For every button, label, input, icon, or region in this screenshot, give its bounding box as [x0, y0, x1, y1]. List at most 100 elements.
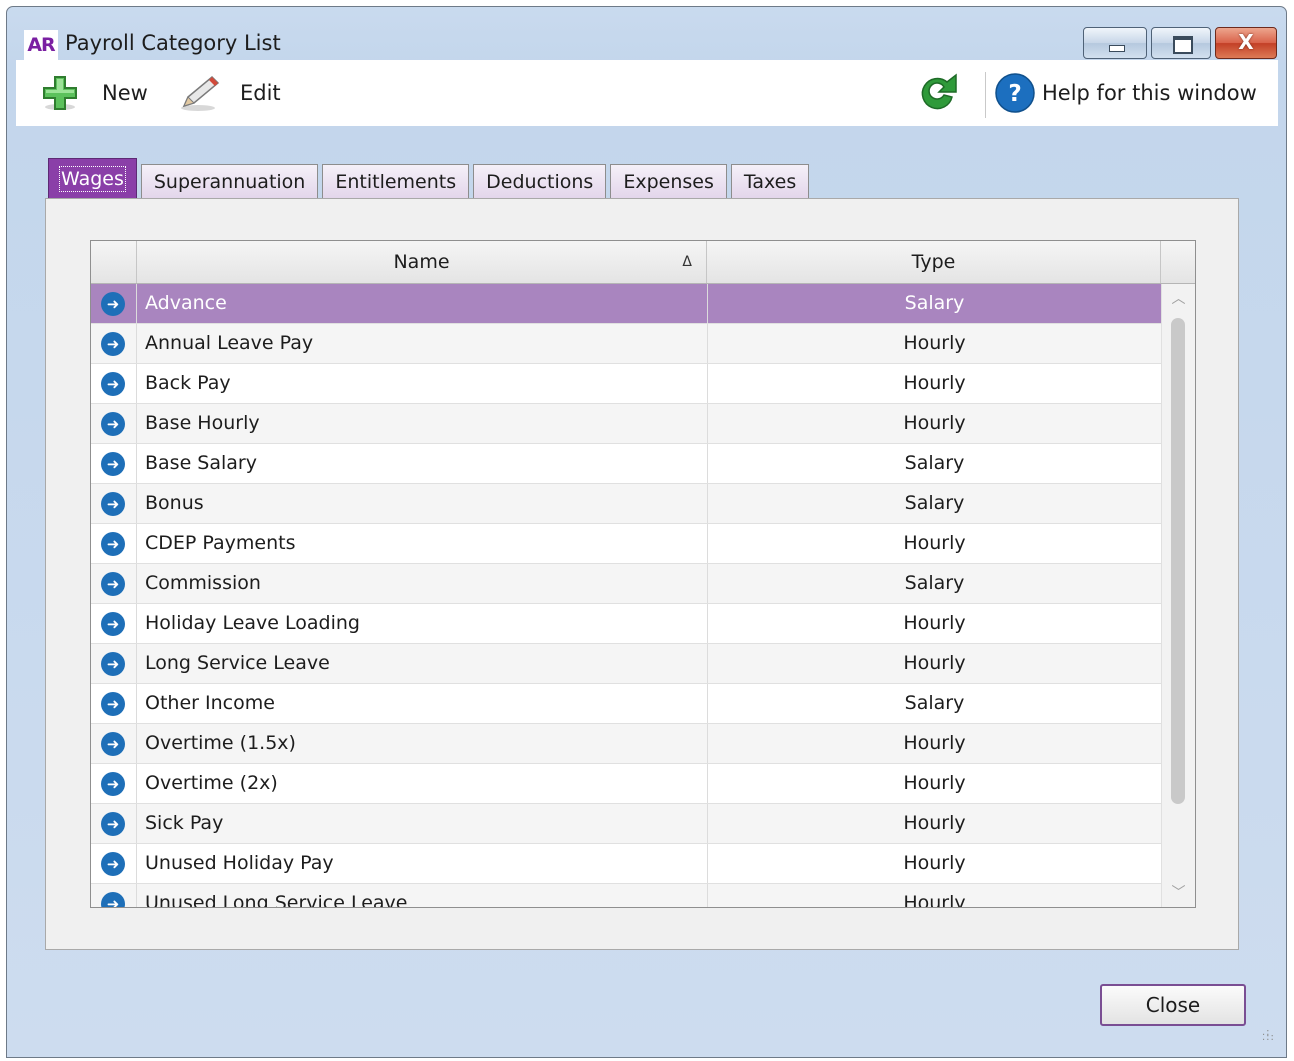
- column-header-type[interactable]: Type: [707, 241, 1161, 283]
- row-name: Annual Leave Pay: [145, 332, 314, 354]
- tab-entitlements[interactable]: Entitlements: [322, 164, 470, 198]
- row-icon-cell[interactable]: ➜: [91, 604, 137, 643]
- column-header-name[interactable]: Name Δ: [137, 241, 707, 283]
- table-row[interactable]: ➜ Holiday Leave Loading Hourly: [91, 604, 1161, 644]
- window-close-button[interactable]: X: [1215, 27, 1277, 59]
- vertical-scrollbar[interactable]: ︿ ﹀: [1161, 284, 1195, 907]
- row-icon-cell[interactable]: ➜: [91, 764, 137, 803]
- row-name: Base Hourly: [145, 412, 260, 434]
- row-type: Hourly: [707, 884, 1161, 907]
- minimize-icon: [1109, 45, 1125, 52]
- table-row[interactable]: ➜ Sick Pay Hourly: [91, 804, 1161, 844]
- row-icon-cell[interactable]: ➜: [91, 724, 137, 763]
- maximize-button[interactable]: [1151, 27, 1211, 59]
- help-label: Help for this window: [1042, 81, 1257, 105]
- tab-superannuation[interactable]: Superannuation: [140, 164, 319, 198]
- new-button[interactable]: New: [40, 60, 148, 126]
- row-icon-cell[interactable]: ➜: [91, 564, 137, 603]
- row-icon-cell[interactable]: ➜: [91, 684, 137, 723]
- tab-taxes[interactable]: Taxes: [730, 164, 810, 198]
- tab-deductions[interactable]: Deductions: [473, 164, 607, 198]
- title-bar[interactable]: AR Payroll Category List X: [7, 7, 1286, 67]
- table-row[interactable]: ➜ Annual Leave Pay Hourly: [91, 324, 1161, 364]
- table-row[interactable]: ➜ CDEP Payments Hourly: [91, 524, 1161, 564]
- table-row[interactable]: ➜ Overtime (1.5x) Hourly: [91, 724, 1161, 764]
- refresh-icon: [921, 73, 957, 110]
- row-icon-cell[interactable]: ➜: [91, 284, 137, 323]
- plus-icon: [43, 76, 77, 110]
- table-row[interactable]: ➜ Bonus Salary: [91, 484, 1161, 524]
- table-row[interactable]: ➜ Unused Holiday Pay Hourly: [91, 844, 1161, 884]
- sort-ascending-icon: Δ: [682, 254, 692, 270]
- row-icon-cell[interactable]: ➜: [91, 404, 137, 443]
- resize-grip-icon[interactable]: .:.::: [1262, 1028, 1278, 1046]
- row-detail-arrow-icon[interactable]: ➜: [101, 652, 125, 676]
- row-name: Holiday Leave Loading: [145, 612, 360, 634]
- row-detail-arrow-icon[interactable]: ➜: [101, 772, 125, 796]
- row-detail-arrow-icon[interactable]: ➜: [101, 812, 125, 836]
- app-logo: AR: [24, 30, 58, 60]
- row-icon-cell[interactable]: ➜: [91, 644, 137, 683]
- row-detail-arrow-icon[interactable]: ➜: [101, 732, 125, 756]
- row-detail-arrow-icon[interactable]: ➜: [101, 372, 125, 396]
- row-detail-arrow-icon[interactable]: ➜: [101, 612, 125, 636]
- tab-strip: Wages Superannuation Entitlements Deduct…: [48, 158, 813, 198]
- row-detail-arrow-icon[interactable]: ➜: [101, 332, 125, 356]
- row-icon-cell[interactable]: ➜: [91, 524, 137, 563]
- row-type: Hourly: [707, 604, 1161, 643]
- row-icon-cell[interactable]: ➜: [91, 844, 137, 883]
- tab-expenses[interactable]: Expenses: [610, 164, 727, 198]
- column-header-icon[interactable]: [91, 241, 137, 283]
- row-icon-cell[interactable]: ➜: [91, 444, 137, 483]
- close-icon: X: [1238, 30, 1254, 54]
- row-icon-cell[interactable]: ➜: [91, 884, 137, 907]
- table-row[interactable]: ➜ Unused Long Service Leave Hourly: [91, 884, 1161, 907]
- scroll-up-icon[interactable]: ︿: [1162, 284, 1195, 314]
- row-icon-cell[interactable]: ➜: [91, 364, 137, 403]
- close-button[interactable]: Close: [1100, 984, 1246, 1026]
- row-detail-arrow-icon[interactable]: ➜: [101, 892, 125, 907]
- row-detail-arrow-icon[interactable]: ➜: [101, 532, 125, 556]
- row-type: Hourly: [707, 724, 1161, 763]
- row-type: Salary: [707, 564, 1161, 603]
- table-row[interactable]: ➜ Long Service Leave Hourly: [91, 644, 1161, 684]
- tab-label: Taxes: [743, 171, 797, 193]
- table-row[interactable]: ➜ Commission Salary: [91, 564, 1161, 604]
- table-row[interactable]: ➜ Advance Salary: [91, 284, 1161, 324]
- scrollbar-thumb[interactable]: [1171, 318, 1185, 804]
- row-icon-cell[interactable]: ➜: [91, 484, 137, 523]
- help-icon: ?: [995, 73, 1035, 113]
- row-detail-arrow-icon[interactable]: ➜: [101, 572, 125, 596]
- grid-header: Name Δ Type: [91, 241, 1195, 284]
- minimize-button[interactable]: [1083, 27, 1147, 59]
- help-button[interactable]: ? Help for this window: [994, 60, 1257, 126]
- row-type: Hourly: [707, 844, 1161, 883]
- maximize-icon: [1173, 36, 1193, 54]
- scroll-down-icon[interactable]: ﹀: [1162, 878, 1195, 907]
- table-row[interactable]: ➜ Other Income Salary: [91, 684, 1161, 724]
- row-name: Commission: [145, 572, 261, 594]
- row-icon-cell[interactable]: ➜: [91, 324, 137, 363]
- row-detail-arrow-icon[interactable]: ➜: [101, 412, 125, 436]
- row-type: Salary: [707, 284, 1161, 323]
- tab-label: Deductions: [486, 171, 594, 193]
- table-row[interactable]: ➜ Base Hourly Hourly: [91, 404, 1161, 444]
- table-row[interactable]: ➜ Base Salary Salary: [91, 444, 1161, 484]
- row-icon-cell[interactable]: ➜: [91, 804, 137, 843]
- row-name: Sick Pay: [145, 812, 224, 834]
- row-detail-arrow-icon[interactable]: ➜: [101, 292, 125, 316]
- row-type: Salary: [707, 684, 1161, 723]
- edit-button[interactable]: Edit: [178, 60, 281, 126]
- row-detail-arrow-icon[interactable]: ➜: [101, 492, 125, 516]
- row-name: Overtime (2x): [145, 772, 278, 794]
- row-detail-arrow-icon[interactable]: ➜: [101, 452, 125, 476]
- refresh-button[interactable]: [914, 60, 964, 126]
- table-row[interactable]: ➜ Back Pay Hourly: [91, 364, 1161, 404]
- tab-label: Entitlements: [335, 171, 457, 193]
- tab-wages[interactable]: Wages: [48, 158, 137, 198]
- row-detail-arrow-icon[interactable]: ➜: [101, 852, 125, 876]
- row-detail-arrow-icon[interactable]: ➜: [101, 692, 125, 716]
- new-label: New: [102, 81, 148, 105]
- window-title: Payroll Category List: [65, 31, 281, 55]
- table-row[interactable]: ➜ Overtime (2x) Hourly: [91, 764, 1161, 804]
